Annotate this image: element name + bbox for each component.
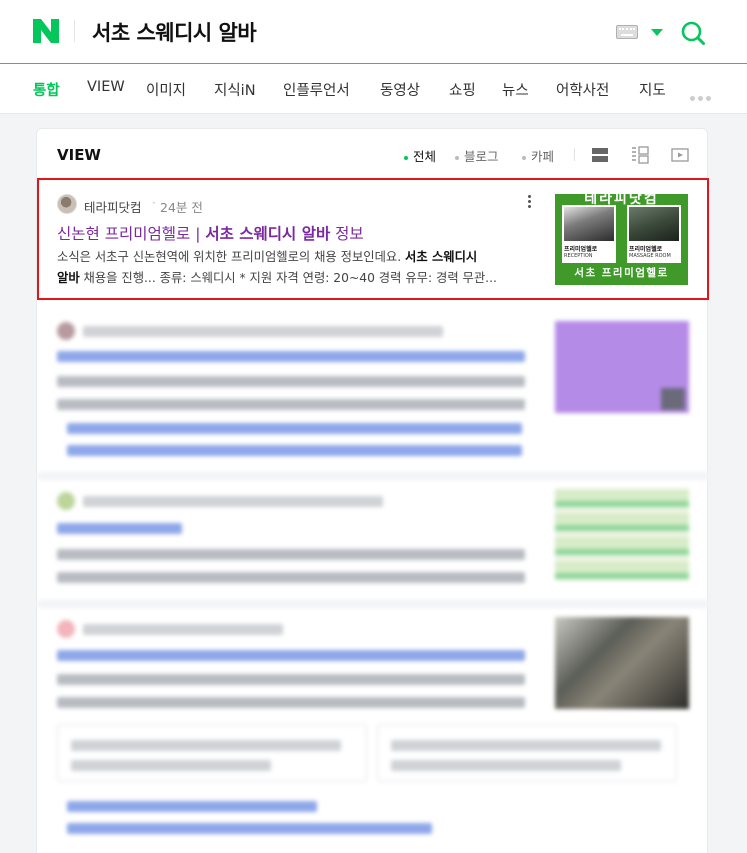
bullet-icon (522, 155, 526, 160)
massage-room-photo (629, 207, 679, 241)
meta-separator: · (152, 196, 156, 210)
result-thumbnail (555, 489, 689, 581)
more-options-icon[interactable] (528, 195, 532, 211)
result-sub-box (377, 724, 677, 782)
post-title-link[interactable]: 신논현 프리미엄헬로 | 서초 스웨디시 알바 정보 (57, 222, 364, 244)
tab-view[interactable]: VIEW (87, 79, 125, 95)
tab-influencer[interactable]: 인플루언서 (283, 79, 350, 100)
title-keyword: 서초 스웨디시 알바 (205, 225, 331, 243)
view-title: VIEW (57, 146, 101, 164)
result-avatar (57, 492, 75, 510)
result-title (57, 523, 182, 534)
thumbnail-photo-massage-room: 프리미엄헬로 MASSAGE ROOM (627, 205, 681, 263)
naver-logo[interactable] (33, 19, 59, 43)
result-avatar (57, 322, 75, 340)
result-meta (83, 326, 443, 337)
result-sub-box (57, 724, 367, 782)
result-thumbnail-badge (661, 388, 685, 410)
list-view-icon[interactable] (591, 146, 609, 164)
thumbnail-footer: 서초 프리미엄헬로 (574, 267, 669, 279)
result-sub-text (391, 760, 621, 771)
result-meta (83, 624, 283, 635)
tab-knowledge-in[interactable]: 지식iN (214, 79, 256, 100)
post-snippet[interactable]: 소식은 서초구 신논현역에 위치한 프리미엄헬로의 채용 정보인데요. 서초 스… (57, 247, 529, 289)
photo-label: 프리미엄헬로 (564, 246, 598, 253)
photo-sublabel: RECEPTION (564, 253, 593, 259)
result-title (57, 351, 525, 362)
photo-label: 프리미엄헬로 (629, 246, 663, 253)
result-sublink (67, 823, 432, 834)
result-sub-text (71, 760, 271, 771)
tab-shopping[interactable]: 쇼핑 (449, 79, 476, 100)
snippet-text: 소식은 서초구 신논현역에 위치한 프리미엄헬로의 채용 정보인데요. (57, 250, 406, 264)
snippet-text: 채용을 진행... 종류: 스웨디시 * 지원 자격 연령: 20~40 경력 … (79, 271, 497, 285)
video-view-icon[interactable] (671, 146, 689, 164)
filter-all[interactable]: 전체 (404, 146, 436, 165)
header: 서초 스웨디시 알바 (0, 0, 747, 64)
result-sublink (67, 801, 317, 812)
reception-photo (564, 207, 614, 241)
result-sublink (67, 445, 522, 456)
bullet-icon (404, 155, 408, 160)
post-time: 24분 전 (160, 200, 203, 215)
thumbnail-photo-reception: 프리미엄헬로 RECEPTION (562, 205, 616, 263)
result-title (57, 650, 525, 661)
filter-cafe[interactable]: 카페 (522, 146, 554, 165)
keyboard-icon[interactable] (616, 25, 638, 39)
title-suffix: 정보 (330, 225, 364, 243)
result-sublink (67, 423, 522, 434)
post-thumbnail[interactable]: 테라피닷컴 프리미엄헬로 RECEPTION 프리미엄헬로 MASSAGE RO… (555, 194, 688, 285)
more-tabs-icon[interactable] (690, 86, 714, 105)
result-snippet (57, 549, 525, 560)
search-tabs: 통합 VIEW 이미지 지식iN 인플루언서 동영상 쇼핑 뉴스 어학사전 지도 (0, 64, 747, 114)
filter-blog[interactable]: 블로그 (455, 146, 499, 165)
view-section: VIEW 전체 블로그 카페 테라피닷컴 · 24분 전 신논현 프리미엄헬로 … (36, 128, 709, 853)
result-snippet (57, 399, 525, 410)
snippet-keyword: 알바 (57, 271, 80, 285)
photo-sublabel: MASSAGE ROOM (629, 253, 671, 259)
result-avatar (57, 620, 75, 638)
result-snippet (57, 674, 525, 685)
filter-label: 카페 (531, 149, 555, 164)
detail-view-icon[interactable] (631, 146, 649, 164)
search-icon[interactable] (680, 20, 706, 46)
bullet-icon (455, 155, 459, 160)
result-thumbnail (555, 617, 689, 709)
header-divider (74, 20, 75, 42)
search-query[interactable]: 서초 스웨디시 알바 (92, 17, 257, 47)
tab-news[interactable]: 뉴스 (502, 79, 529, 100)
result-separator (37, 600, 709, 608)
filter-label: 블로그 (464, 149, 499, 164)
result-snippet (57, 697, 525, 708)
result-sub-text (391, 740, 661, 751)
title-prefix: 신논현 프리미엄헬로 | (57, 225, 206, 243)
result-snippet (57, 572, 525, 583)
author-avatar[interactable] (57, 194, 77, 214)
post-author[interactable]: 테라피닷컴 (84, 197, 142, 216)
tab-dictionary[interactable]: 어학사전 (556, 79, 609, 100)
filter-label: 전체 (413, 149, 437, 164)
filter-divider (574, 148, 575, 161)
blurred-results (37, 304, 709, 853)
tab-video[interactable]: 동영상 (380, 79, 420, 100)
result-sub-text (71, 740, 341, 751)
result-snippet (57, 376, 525, 387)
tab-integrated[interactable]: 통합 (33, 79, 60, 100)
chevron-down-icon[interactable] (651, 29, 663, 36)
snippet-keyword: 서초 스웨디시 (405, 250, 478, 264)
result-meta (83, 496, 383, 507)
result-separator (37, 472, 709, 480)
tab-image[interactable]: 이미지 (146, 79, 186, 100)
tab-map[interactable]: 지도 (639, 79, 666, 100)
